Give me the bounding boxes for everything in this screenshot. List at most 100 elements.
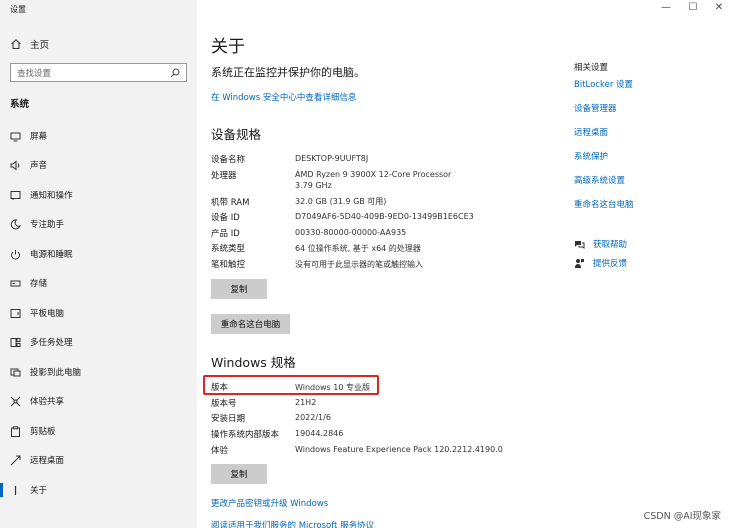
window-title: 设置	[10, 5, 26, 14]
spec-label-system-type: 系统类型	[211, 244, 246, 254]
win-label-install-date: 安装日期	[211, 414, 246, 424]
remote-icon	[10, 455, 21, 466]
share-icon	[10, 396, 21, 407]
bitlocker-settings-link[interactable]: BitLocker 设置	[574, 78, 633, 90]
minimize-button[interactable]: —	[659, 2, 673, 13]
device-manager-link[interactable]: 设备管理器	[574, 102, 617, 114]
moon-icon	[10, 218, 21, 230]
sidebar-home[interactable]: 主页	[10, 37, 49, 51]
sidebar-item-label: 屏幕	[30, 132, 48, 142]
win-label-experience: 体验	[211, 446, 229, 456]
home-icon	[10, 38, 22, 50]
sidebar-item-label: 声音	[30, 161, 48, 171]
sidebar-item-multitasking[interactable]: 多任务处理	[10, 335, 190, 349]
active-indicator	[0, 483, 3, 497]
sidebar-item-label: 远程桌面	[30, 456, 65, 466]
spec-value-processor-speed: 3.79 GHz	[295, 181, 332, 190]
spec-value-system-type: 64 位操作系统, 基于 x64 的处理器	[295, 244, 421, 253]
sidebar-item-label: 电源和睡眠	[30, 250, 73, 260]
sidebar: 设置 主页 查找设置 系统 屏幕 声音 通知和操作 专注助手 电源和睡眠 存储	[0, 0, 197, 528]
sidebar-section-title: 系统	[10, 99, 30, 110]
sidebar-item-power[interactable]: 电源和睡眠	[10, 247, 190, 261]
sidebar-item-label: 存储	[30, 279, 48, 289]
copy-button[interactable]: 复制	[211, 279, 267, 299]
sidebar-item-label: 专注助手	[30, 220, 65, 230]
security-center-link[interactable]: 在 Windows 安全中心中查看详细信息	[211, 91, 356, 103]
service-agreement-link[interactable]: 阅读适用于我们服务的 Microsoft 服务协议	[211, 519, 374, 528]
project-icon	[10, 367, 21, 378]
search-icon[interactable]	[170, 68, 180, 78]
search-placeholder: 查找设置	[17, 68, 52, 79]
spec-value-ram: 32.0 GB (31.9 GB 可用)	[295, 197, 387, 206]
spec-label-product-id: 产品 ID	[211, 229, 240, 239]
sidebar-home-label: 主页	[30, 40, 50, 51]
sidebar-item-storage[interactable]: 存储	[10, 276, 190, 290]
win-value-experience: Windows Feature Experience Pack 120.2212…	[295, 445, 503, 454]
watermark: CSDN @AI现象家	[643, 511, 721, 522]
maximize-button[interactable]: ☐	[686, 2, 700, 13]
speaker-icon	[10, 159, 21, 171]
sidebar-item-label: 平板电脑	[30, 309, 65, 319]
win-label-version: 版本号	[211, 399, 237, 409]
feedback-icon	[574, 258, 585, 269]
sidebar-item-focus[interactable]: 专注助手	[10, 217, 190, 231]
spec-label-device-name: 设备名称	[211, 155, 246, 165]
sidebar-item-label: 通知和操作	[30, 191, 73, 201]
sidebar-item-projecting[interactable]: 投影到此电脑	[10, 365, 190, 379]
win-label-os-build: 操作系统内部版本	[211, 430, 280, 440]
sidebar-item-about[interactable]: 关于	[10, 483, 190, 497]
tablet-icon	[10, 308, 21, 319]
spec-label-ram: 机带 RAM	[211, 198, 250, 208]
spec-value-processor: AMD Ryzen 9 3900X 12-Core Processor	[295, 170, 452, 179]
spec-label-device-id: 设备 ID	[211, 213, 240, 223]
close-button[interactable]: ✕	[712, 2, 726, 13]
spec-label-processor: 处理器	[211, 171, 237, 181]
storage-icon	[10, 278, 21, 289]
help-icon	[574, 239, 585, 250]
win-value-edition: Windows 10 专业版	[295, 383, 370, 392]
sidebar-item-sound[interactable]: 声音	[10, 158, 190, 172]
notification-icon	[10, 190, 21, 201]
get-help-link[interactable]: 获取帮助	[574, 238, 627, 250]
sidebar-item-label: 关于	[30, 486, 48, 496]
sidebar-item-tablet[interactable]: 平板电脑	[10, 306, 190, 320]
win-label-edition: 版本	[211, 383, 229, 393]
sidebar-item-remote-desktop[interactable]: 远程桌面	[10, 453, 190, 467]
info-icon	[10, 485, 21, 496]
system-protection-link[interactable]: 系统保护	[574, 150, 608, 162]
sidebar-item-label: 投影到此电脑	[30, 368, 82, 378]
multitask-icon	[10, 337, 21, 348]
advanced-system-settings-link[interactable]: 高级系统设置	[574, 174, 625, 186]
related-settings-heading: 相关设置	[574, 63, 609, 73]
spec-value-pen-touch: 没有可用于此显示器的笔或触控输入	[295, 260, 423, 269]
sidebar-item-label: 多任务处理	[30, 338, 73, 348]
upgrade-windows-link[interactable]: 更改产品密钥或升级 Windows	[211, 497, 328, 509]
give-feedback-link[interactable]: 提供反馈	[574, 257, 627, 269]
rename-pc-button[interactable]: 重命名这台电脑	[211, 314, 290, 334]
copy-windows-specs-button[interactable]: 复制	[211, 464, 267, 484]
spec-value-device-name: DESKTOP-9UUFT8J	[295, 154, 369, 163]
power-icon	[10, 249, 21, 260]
win-value-version: 21H2	[295, 398, 317, 407]
win-value-install-date: 2022/1/6	[295, 413, 331, 422]
windows-specs-heading: Windows 规格	[211, 355, 296, 370]
monitor-icon	[10, 131, 21, 142]
sidebar-item-shared-experiences[interactable]: 体验共享	[10, 394, 190, 408]
sidebar-item-notifications[interactable]: 通知和操作	[10, 188, 190, 202]
sidebar-item-display[interactable]: 屏幕	[10, 129, 190, 143]
remote-desktop-link[interactable]: 远程桌面	[574, 126, 608, 138]
win-value-os-build: 19044.2846	[295, 429, 344, 438]
spec-label-pen-touch: 笔和触控	[211, 260, 246, 270]
device-specs-heading: 设备规格	[211, 127, 262, 142]
search-input[interactable]: 查找设置	[10, 63, 187, 82]
protection-status: 系统正在监控并保护你的电脑。	[211, 66, 365, 79]
get-help-label: 获取帮助	[593, 240, 628, 250]
sidebar-item-label: 体验共享	[30, 397, 65, 407]
spec-value-product-id: 00330-80000-00000-AA935	[295, 228, 407, 237]
sidebar-item-clipboard[interactable]: 剪贴板	[10, 424, 190, 438]
rename-pc-link[interactable]: 重命名这台电脑	[574, 198, 634, 210]
page-title: 关于	[211, 37, 245, 57]
clipboard-icon	[10, 425, 21, 437]
give-feedback-label: 提供反馈	[593, 259, 628, 269]
spec-value-device-id: D7049AF6-5D40-409B-9ED0-13499B1E6CE3	[295, 212, 474, 221]
